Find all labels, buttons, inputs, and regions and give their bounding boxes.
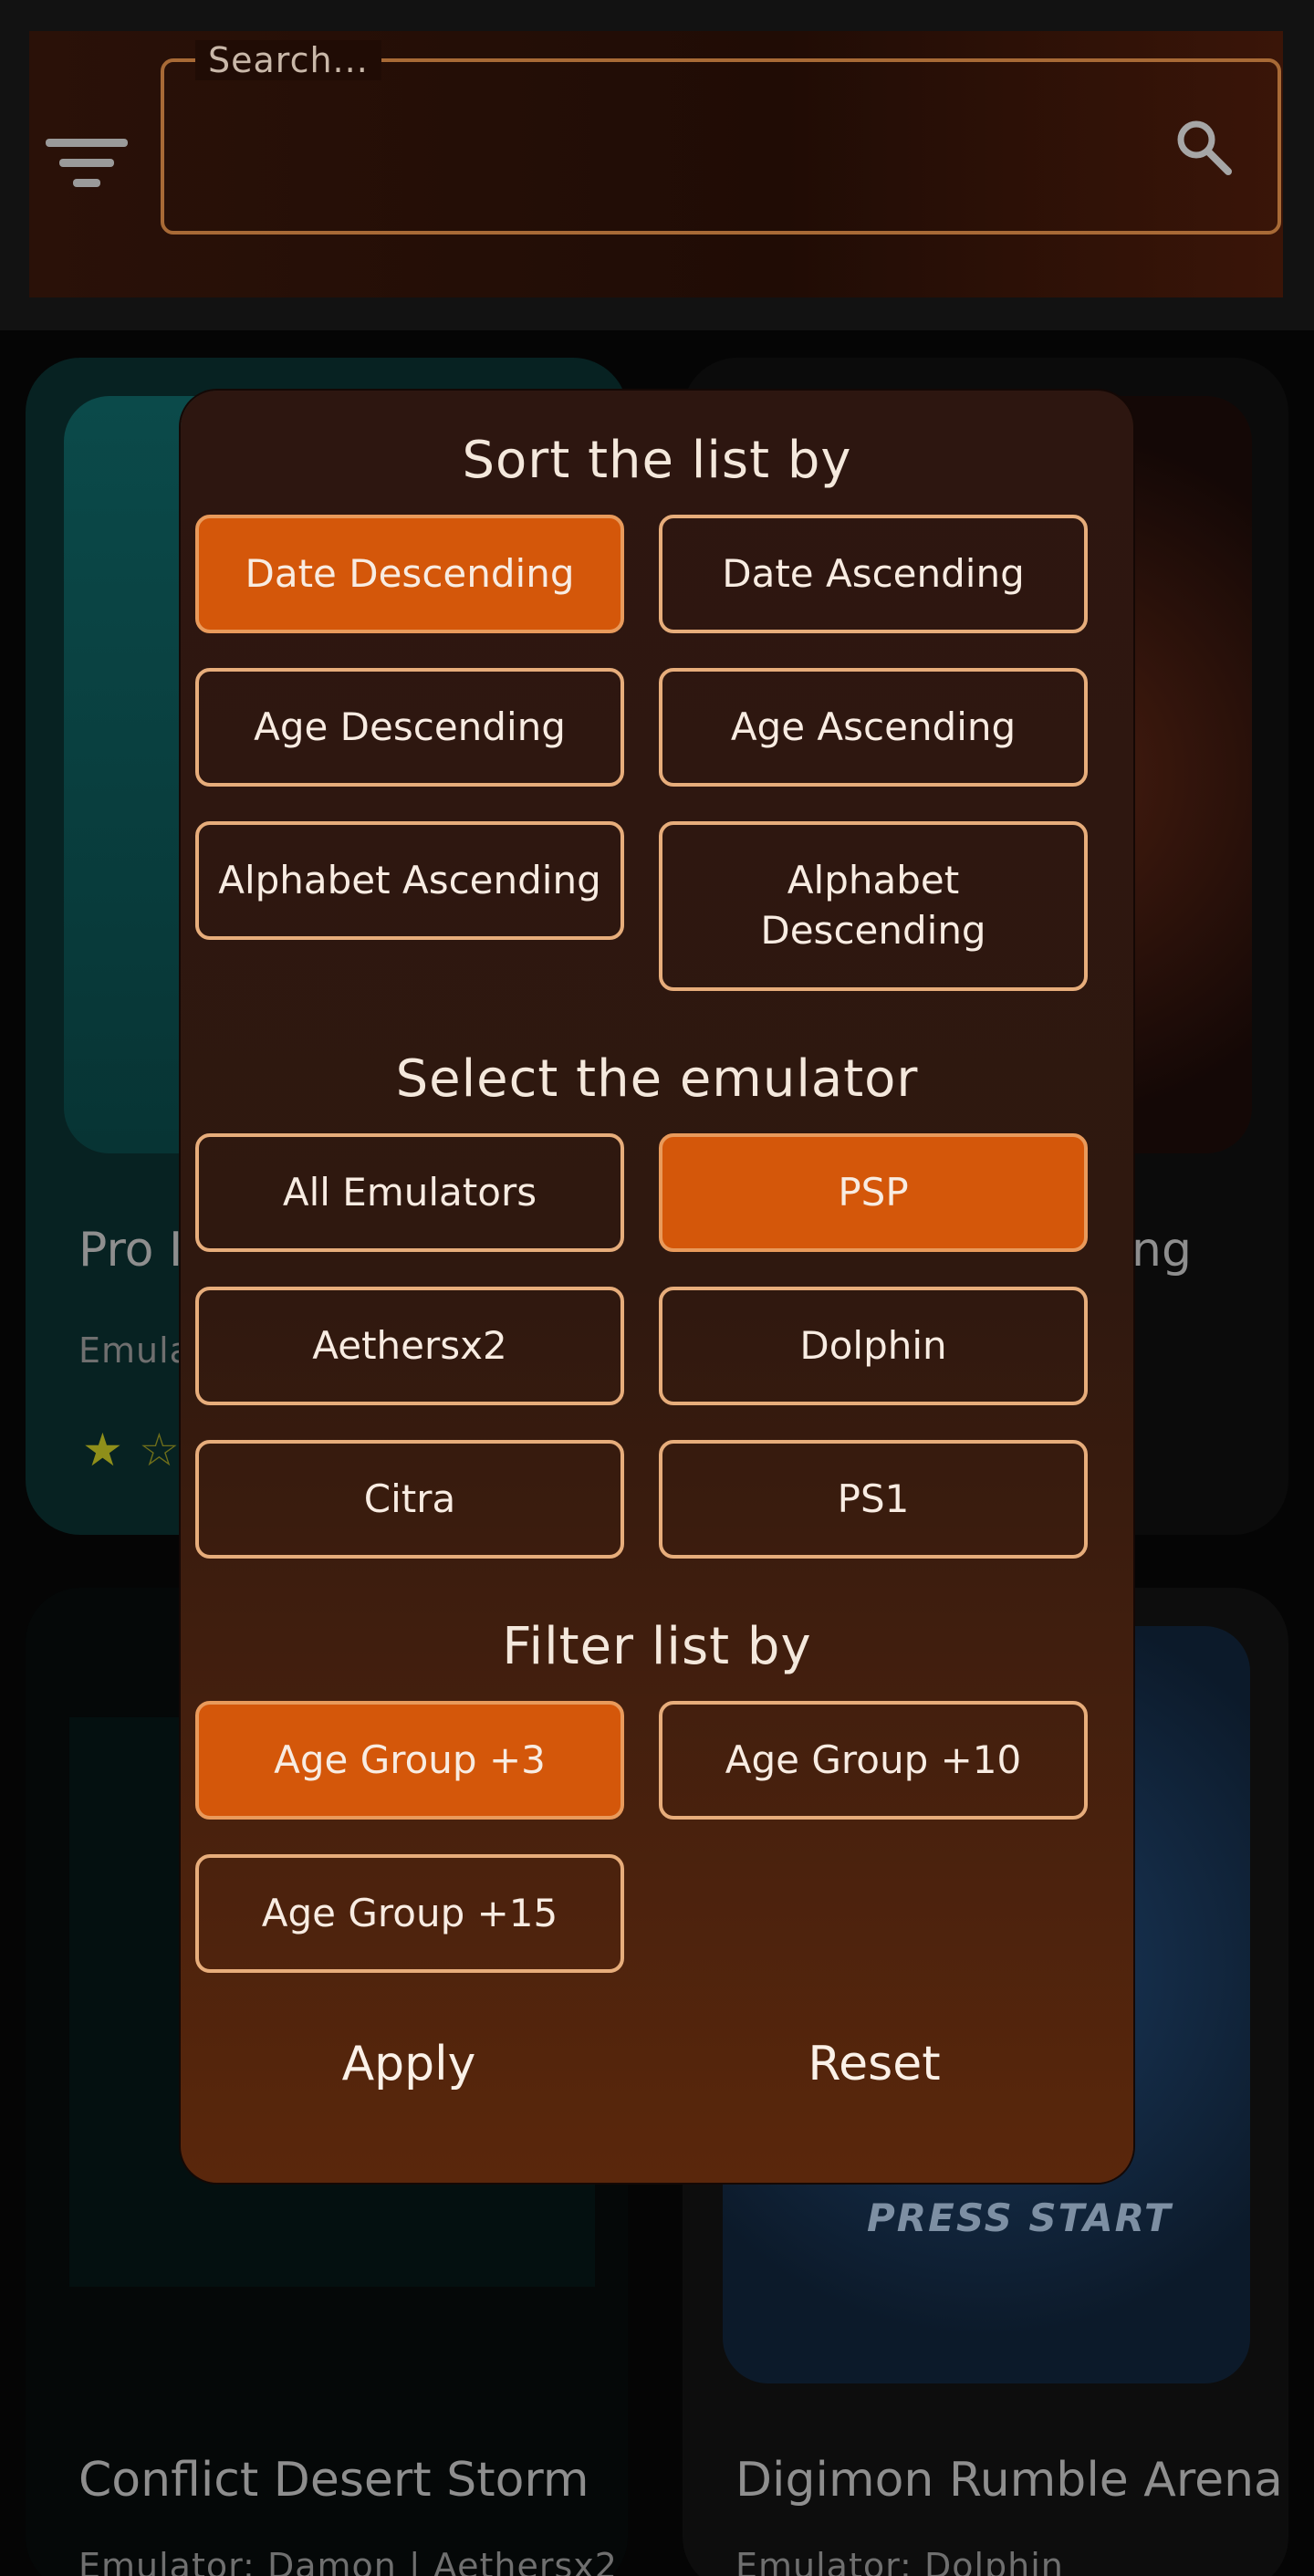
search-input[interactable] [161,58,1281,235]
emulator-dolphin-button[interactable]: Dolphin [659,1287,1088,1405]
filter-age-3-button[interactable]: Age Group +3 [195,1701,624,1820]
app-header: Search... [0,0,1314,330]
sort-age-ascending-button[interactable]: Age Ascending [659,668,1088,787]
star-outline-icon: ☆ [139,1424,180,1476]
sort-section-title: Sort the list by [462,431,852,490]
emulator-psp-button[interactable]: PSP [659,1133,1088,1252]
emulator-all-button[interactable]: All Emulators [195,1133,624,1252]
apply-button[interactable]: Apply [272,2037,546,2091]
game-title: Pro I [78,1223,183,1278]
star-icon: ★ [82,1424,123,1476]
filter-age-15-button[interactable]: Age Group +15 [195,1854,624,1973]
search-icon[interactable] [1173,117,1234,177]
sort-date-descending-button[interactable]: Date Descending [195,515,624,633]
sort-filter-dialog: Sort the list by Date Descending Date As… [181,391,1133,2183]
game-emulator: Emulator: Damon | Aethersx2 [78,2546,618,2576]
filter-age-10-button[interactable]: Age Group +10 [659,1701,1088,1820]
thumbnail-text: PRESS START [867,2195,1173,2240]
sort-alphabet-descending-button[interactable]: Alphabet Descending [659,821,1088,991]
filter-section-title: Filter list by [502,1617,812,1676]
search-placeholder: Search... [195,40,381,80]
game-title: Conflict Desert Storm [78,2453,589,2508]
game-title: Digimon Rumble Arena [735,2453,1283,2508]
game-title: ng [1132,1223,1192,1278]
sort-alphabet-ascending-button[interactable]: Alphabet Ascending [195,821,624,940]
sort-date-ascending-button[interactable]: Date Ascending [659,515,1088,633]
emulator-aethersx2-button[interactable]: Aethersx2 [195,1287,624,1405]
emulator-ps1-button[interactable]: PS1 [659,1440,1088,1559]
emulator-section-title: Select the emulator [395,1049,919,1109]
emulator-citra-button[interactable]: Citra [195,1440,624,1559]
game-emulator: Emula [78,1330,192,1371]
game-emulator: Emulator: Dolphin [735,2546,1064,2576]
filter-list-icon[interactable] [44,131,130,195]
sort-age-descending-button[interactable]: Age Descending [195,668,624,787]
reset-button[interactable]: Reset [737,2037,1011,2091]
